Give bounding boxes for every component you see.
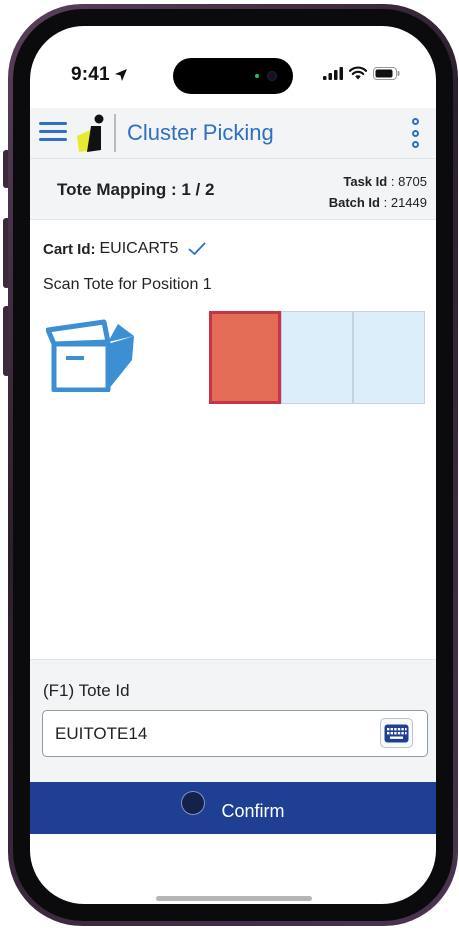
front-camera — [267, 71, 277, 81]
tote-slot-3[interactable] — [353, 311, 425, 404]
app-header: Cluster Picking — [30, 108, 436, 158]
open-box-icon — [46, 319, 134, 392]
header-divider — [114, 114, 116, 152]
hamburger-menu-icon[interactable] — [39, 122, 67, 144]
phone-frame: 9:41 Cluster Picking Tote Mapping: 1 / … — [8, 4, 458, 926]
keyboard-glyph — [384, 724, 409, 742]
home-indicator[interactable] — [156, 896, 312, 901]
confirm-label: Confirm — [221, 800, 285, 821]
cart-id-row: Cart Id: EUICART5 — [43, 240, 206, 258]
app-title: Cluster Picking — [127, 120, 274, 145]
wifi-icon — [349, 66, 367, 80]
confirm-circle-icon — [181, 791, 206, 815]
app-logo — [77, 114, 104, 152]
tote-mapping-title: Tote Mapping : 1 / 2 — [57, 180, 215, 199]
location-arrow-icon — [114, 69, 127, 81]
more-vertical-icon[interactable] — [410, 118, 420, 148]
tote-id-input[interactable] — [42, 710, 428, 757]
camera-indicator-dot — [255, 74, 259, 78]
task-id-line: Task Id : 8705 — [329, 171, 427, 192]
confirm-button[interactable]: Confirm — [30, 782, 436, 834]
tote-slots — [209, 311, 425, 404]
tote-slot-1[interactable] — [209, 311, 281, 404]
time-text: 9:41 — [71, 64, 110, 85]
battery-icon — [373, 66, 400, 80]
checkmark-icon — [188, 242, 206, 255]
phone-screen: 9:41 Cluster Picking Tote Mapping: 1 / … — [30, 26, 436, 904]
task-info: Task Id : 8705 Batch Id : 21449 — [329, 171, 427, 213]
task-id-label: Task Id — [343, 174, 388, 189]
batch-id-label: Batch Id — [328, 195, 380, 210]
phone-bezel: 9:41 Cluster Picking Tote Mapping: 1 / … — [13, 9, 453, 921]
tote-slot-2[interactable] — [281, 311, 353, 404]
task-id-value: : 8705 — [390, 174, 427, 189]
keyboard-icon[interactable] — [380, 718, 413, 748]
status-time: 9:41 — [71, 64, 128, 86]
tote-entry-panel: (F1) Tote Id — [30, 659, 436, 782]
batch-id-value: : 21449 — [383, 195, 427, 210]
status-icons — [323, 66, 400, 80]
batch-id-line: Batch Id : 21449 — [329, 192, 427, 213]
cellular-signal-icon — [323, 66, 343, 80]
dynamic-island — [173, 58, 293, 94]
cart-id-value: EUICART5 — [99, 240, 179, 257]
cart-id-label: Cart Id: — [43, 240, 96, 258]
scan-instruction: Scan Tote for Position 1 — [43, 276, 212, 293]
tote-id-label: (F1) Tote Id — [43, 681, 130, 700]
task-header: Tote Mapping : 1 / 2 Task Id : 8705 Batc… — [30, 158, 436, 220]
